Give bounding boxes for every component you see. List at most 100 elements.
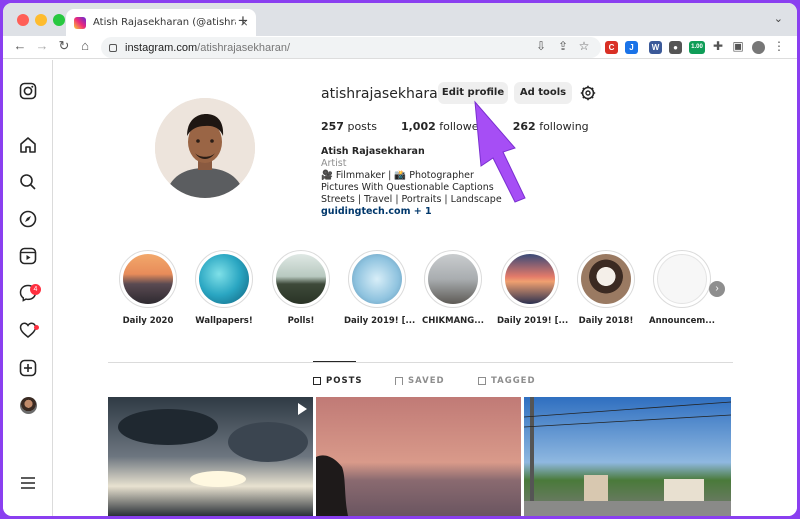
highlights-next-icon[interactable]: › (709, 281, 725, 297)
highlight-cover (276, 254, 326, 304)
grid-icon (313, 377, 321, 385)
highlight-cover (123, 254, 173, 304)
highlight-item[interactable]: Announcem... (649, 250, 715, 326)
posts-stat: 257 posts (321, 120, 377, 133)
reload-icon[interactable]: ↻ (55, 38, 73, 54)
notification-dot (34, 325, 39, 330)
highlight-ring (577, 250, 635, 308)
settings-gear-icon[interactable] (580, 85, 596, 101)
highlight-item[interactable]: Daily 2020 (115, 250, 181, 326)
highlight-label: Daily 2020 (122, 316, 174, 326)
highlight-ring (653, 250, 711, 308)
post-thumbnail[interactable] (524, 397, 731, 516)
reels-icon[interactable] (19, 247, 37, 265)
following-label: following (539, 120, 589, 133)
profile-stats: 257 posts 1,002 followers 262 following (321, 120, 589, 133)
instagram-sidebar: 4 (3, 60, 53, 516)
highlight-ring (195, 250, 253, 308)
bookmark-star-icon[interactable]: ☆ (577, 39, 591, 53)
tab-search-icon[interactable]: ⌄ (774, 12, 783, 25)
install-icon[interactable]: ⇩ (534, 39, 548, 53)
explore-compass-icon[interactable] (19, 210, 37, 228)
followers-count: 1,002 (400, 120, 436, 133)
instagram-logo-icon[interactable] (19, 82, 37, 100)
highlight-item[interactable]: Daily 2019! [... (344, 250, 416, 326)
maximize-window-button[interactable] (53, 14, 65, 26)
browser-tab[interactable]: Atish Rajasekharan (@atishraj × (66, 9, 256, 36)
highlight-cover (199, 254, 249, 304)
posts-count: 257 (321, 120, 344, 133)
bio-link[interactable]: guidingtech.com + 1 (321, 206, 502, 218)
highlight-cover (581, 254, 631, 304)
highlight-label: Wallpapers! (195, 316, 253, 326)
title-bar: Atish Rajasekharan (@atishraj × + ⌄ (3, 3, 797, 36)
posts-label: posts (347, 120, 377, 133)
highlight-label: Daily 2019! [... (344, 316, 416, 326)
menu-kebab-icon[interactable]: ⋮ (772, 39, 786, 53)
annotation-arrow-icon (474, 100, 526, 203)
sidebar-toggle-icon[interactable]: ▣ (731, 39, 745, 53)
home-icon[interactable]: ⌂ (76, 38, 94, 53)
highlight-cover (428, 254, 478, 304)
highlight-ring (501, 250, 559, 308)
highlight-item[interactable]: CHIKMANG... (420, 250, 486, 326)
back-icon[interactable]: ← (11, 38, 29, 53)
extensions-puzzle-icon[interactable]: ✚ (711, 39, 725, 53)
tab-title: Atish Rajasekharan (@atishraj (93, 17, 237, 28)
extension-w-icon[interactable]: W (649, 41, 662, 54)
highlight-item[interactable]: Daily 2019! [... (497, 250, 569, 326)
search-icon[interactable] (19, 173, 37, 191)
post-thumbnail[interactable] (316, 397, 521, 516)
create-post-icon[interactable] (19, 359, 37, 377)
extension-j-icon[interactable]: J (625, 41, 638, 54)
extension-spy-icon[interactable]: ● (669, 41, 682, 54)
highlight-ring (424, 250, 482, 308)
highlight-label: Announcem... (649, 316, 715, 326)
highlight-label: CHIKMANG... (422, 316, 484, 326)
reel-play-icon (298, 403, 307, 415)
profile-avatar-icon[interactable] (752, 41, 765, 54)
tab-saved[interactable]: SAVED (395, 376, 445, 386)
highlight-cover (505, 254, 555, 304)
tab-posts-label: POSTS (326, 376, 363, 386)
highlight-item[interactable]: Daily 2018! (573, 250, 639, 326)
tab-tagged-label: TAGGED (491, 376, 536, 386)
highlight-label: Daily 2019! [... (497, 316, 569, 326)
bookmark-icon (395, 377, 403, 385)
highlight-item[interactable]: Polls! (268, 250, 334, 326)
instagram-favicon-icon (74, 16, 86, 29)
highlight-cover (657, 254, 707, 304)
more-menu-icon[interactable] (19, 474, 37, 492)
highlight-ring (348, 250, 406, 308)
highlight-label: Polls! (287, 316, 315, 326)
url-path: /atishrajasekharan/ (197, 41, 291, 54)
browser-window: Atish Rajasekharan (@atishraj × + ⌄ ← → … (3, 3, 797, 516)
post-thumbnail[interactable] (108, 397, 313, 516)
tab-posts[interactable]: POSTS (313, 376, 363, 386)
home-nav-icon[interactable] (19, 136, 37, 154)
notifications-heart-icon[interactable] (19, 321, 37, 339)
tab-saved-label: SAVED (408, 376, 445, 386)
forward-icon[interactable]: → (33, 38, 51, 53)
tagged-icon (478, 377, 486, 385)
browser-toolbar: ← → ↻ ⌂ instagram.com/atishrajasekharan/… (3, 36, 797, 59)
highlight-label: Daily 2018! (578, 316, 634, 326)
new-tab-button[interactable]: + (233, 11, 253, 31)
url-host: instagram.com (125, 41, 198, 54)
profile-avatar[interactable] (155, 98, 255, 198)
active-tab-indicator (313, 361, 356, 362)
highlight-cover (352, 254, 402, 304)
tab-tagged[interactable]: TAGGED (478, 376, 536, 386)
share-icon[interactable]: ⇪ (556, 39, 570, 53)
close-window-button[interactable] (17, 14, 29, 26)
extension-c-icon[interactable]: C (605, 41, 618, 54)
highlight-ring (119, 250, 177, 308)
profile-tabs-divider (108, 362, 733, 363)
lock-icon (109, 43, 117, 52)
address-bar[interactable]: instagram.com/atishrajasekharan/ (101, 37, 601, 58)
highlight-item[interactable]: Wallpapers! (191, 250, 257, 326)
profile-nav-avatar[interactable] (20, 397, 37, 414)
minimize-window-button[interactable] (35, 14, 47, 26)
instagram-page: 4 atishrajasekharan Edit profile Ad tool… (3, 60, 797, 516)
extension-counter-icon[interactable]: 1.00 (689, 41, 705, 54)
